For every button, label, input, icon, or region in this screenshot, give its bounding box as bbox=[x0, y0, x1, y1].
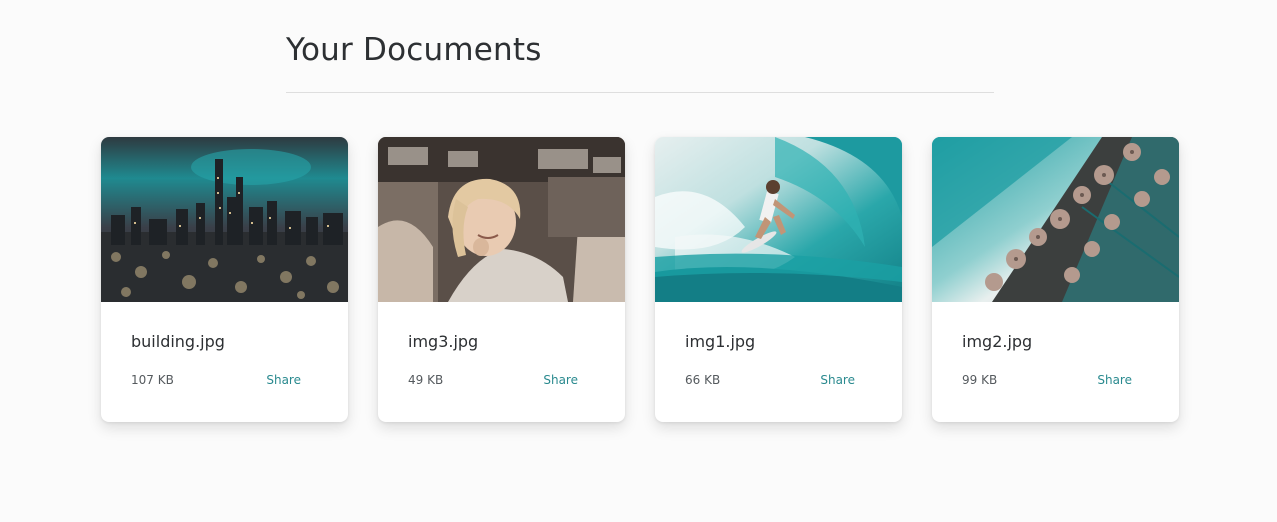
document-card[interactable]: img1.jpg 66 KB Share bbox=[655, 137, 902, 422]
share-link[interactable]: Share bbox=[266, 373, 301, 387]
document-thumbnail[interactable] bbox=[378, 137, 625, 302]
document-thumbnail[interactable] bbox=[101, 137, 348, 302]
file-size: 107 KB bbox=[131, 373, 174, 387]
file-size: 66 KB bbox=[685, 373, 721, 387]
card-body: img2.jpg 99 KB Share bbox=[932, 302, 1179, 422]
page-title: Your Documents bbox=[286, 32, 542, 68]
file-name: building.jpg bbox=[131, 332, 225, 351]
share-link[interactable]: Share bbox=[543, 373, 578, 387]
card-body: img3.jpg 49 KB Share bbox=[378, 302, 625, 422]
file-name: img1.jpg bbox=[685, 332, 756, 351]
document-thumbnail[interactable] bbox=[932, 137, 1179, 302]
file-name: img2.jpg bbox=[962, 332, 1033, 351]
document-thumbnail[interactable] bbox=[655, 137, 902, 302]
card-body: building.jpg 107 KB Share bbox=[101, 302, 348, 422]
document-card[interactable]: img2.jpg 99 KB Share bbox=[932, 137, 1179, 422]
share-link[interactable]: Share bbox=[1097, 373, 1132, 387]
file-size: 49 KB bbox=[408, 373, 444, 387]
file-name: img3.jpg bbox=[408, 332, 479, 351]
card-body: img1.jpg 66 KB Share bbox=[655, 302, 902, 422]
document-grid: building.jpg 107 KB Share img3.jpg 49 KB… bbox=[101, 137, 1179, 422]
documents-page: Your Documents building.jpg 107 KB Share… bbox=[0, 0, 1277, 522]
file-size: 99 KB bbox=[962, 373, 998, 387]
share-link[interactable]: Share bbox=[820, 373, 855, 387]
document-card[interactable]: building.jpg 107 KB Share bbox=[101, 137, 348, 422]
page-header: Your Documents bbox=[286, 30, 994, 93]
document-card[interactable]: img3.jpg 49 KB Share bbox=[378, 137, 625, 422]
